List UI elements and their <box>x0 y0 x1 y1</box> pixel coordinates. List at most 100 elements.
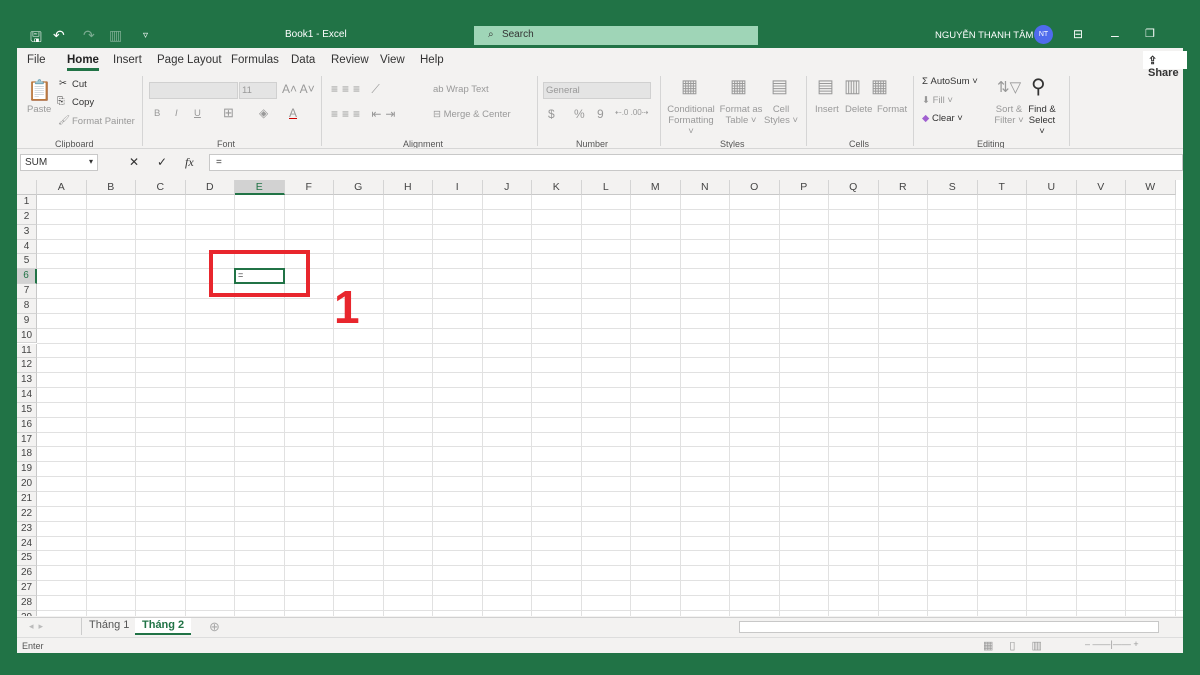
format-painter-button[interactable]: Format Painter <box>72 116 135 127</box>
row-header[interactable]: 17 <box>17 432 37 448</box>
font-name-dropdown[interactable] <box>149 82 238 99</box>
comma-button[interactable]: 9 <box>597 107 604 121</box>
column-header[interactable]: U <box>1027 180 1077 195</box>
column-header[interactable]: C <box>136 180 186 195</box>
column-header[interactable]: E <box>235 180 285 195</box>
column-header[interactable]: M <box>631 180 681 195</box>
row-header[interactable]: 13 <box>17 373 37 389</box>
find-select-button[interactable]: Find & Select ˅ <box>1025 104 1059 137</box>
row-header[interactable]: 5 <box>17 254 37 270</box>
insert-function-button[interactable]: fx <box>185 155 194 170</box>
sheet-tab[interactable]: Tháng 1 <box>81 618 136 635</box>
row-header[interactable]: 4 <box>17 239 37 255</box>
copy-button[interactable]: Copy <box>72 97 94 108</box>
column-header[interactable]: V <box>1076 180 1126 195</box>
row-header[interactable]: 7 <box>17 284 37 299</box>
ribbon-display-icon[interactable]: ⊟ <box>1073 27 1083 41</box>
restore-icon[interactable]: ❐ <box>1145 27 1155 40</box>
column-header[interactable]: H <box>383 180 433 195</box>
tab-help[interactable]: Help <box>420 54 444 66</box>
tab-view[interactable]: View <box>380 54 405 66</box>
column-header[interactable]: I <box>433 180 483 195</box>
view-icons[interactable]: ▦▯▥ <box>983 639 1058 652</box>
new-sheet-icon[interactable]: ⊕ <box>209 619 220 635</box>
underline-button[interactable]: U <box>194 108 201 119</box>
cell-styles-button[interactable]: Cell Styles ˅ <box>763 104 799 126</box>
formula-input[interactable]: = <box>209 154 1183 171</box>
sheet-scroll-arrows[interactable]: ◂ ▸ <box>29 621 43 632</box>
row-header[interactable]: 22 <box>17 506 37 522</box>
row-header[interactable]: 8 <box>17 298 37 314</box>
zoom-slider[interactable]: – ——|—— + <box>1085 639 1139 649</box>
row-header[interactable]: 6 <box>17 269 37 285</box>
column-header[interactable]: O <box>730 180 780 195</box>
row-header[interactable]: 15 <box>17 402 37 418</box>
grow-font-icon[interactable]: A˄ A˅ <box>282 82 315 96</box>
horizontal-align-icons[interactable]: ≡≡≡ ⇤⇥ <box>331 107 399 121</box>
autosum-label[interactable]: AutoSum <box>931 76 970 87</box>
row-header[interactable]: 19 <box>17 462 37 478</box>
delete-cells-button[interactable]: Delete <box>845 104 872 115</box>
row-header[interactable]: 9 <box>17 313 37 329</box>
column-header[interactable]: A <box>37 180 87 195</box>
column-header[interactable]: D <box>185 180 235 195</box>
currency-button[interactable]: $ <box>548 107 555 121</box>
insert-cells-button[interactable]: Insert <box>815 104 839 115</box>
row-header[interactable]: 3 <box>17 224 37 240</box>
column-header[interactable]: B <box>86 180 136 195</box>
paste-icon[interactable]: 📋 <box>27 78 52 103</box>
column-header[interactable]: F <box>284 180 334 195</box>
column-header[interactable]: W <box>1126 180 1176 195</box>
row-header[interactable]: 20 <box>17 477 37 492</box>
row-header[interactable]: 28 <box>17 595 37 611</box>
number-format-dropdown[interactable]: General <box>543 82 651 99</box>
column-header[interactable]: P <box>779 180 829 195</box>
minimize-icon[interactable]: – <box>1111 27 1119 43</box>
column-header[interactable]: Q <box>829 180 879 195</box>
row-header[interactable]: 11 <box>17 343 37 359</box>
column-header[interactable]: G <box>334 180 384 195</box>
bold-button[interactable]: B <box>154 108 160 119</box>
cut-button[interactable]: Cut <box>72 79 87 90</box>
tab-formulas[interactable]: Formulas <box>231 54 279 66</box>
row-header[interactable]: 21 <box>17 492 37 507</box>
vertical-align-icons[interactable]: ≡≡≡ ⟋ <box>331 82 384 97</box>
row-header[interactable]: 12 <box>17 358 37 374</box>
borders-icon[interactable]: ⊞ <box>223 105 234 121</box>
enter-icon[interactable]: ✓ <box>157 155 167 169</box>
horizontal-scrollbar[interactable] <box>739 621 1159 633</box>
merge-center-label[interactable]: Merge & Center <box>444 109 511 120</box>
row-header[interactable]: 18 <box>17 447 37 463</box>
wrap-text-label[interactable]: Wrap Text <box>446 84 488 95</box>
cancel-icon[interactable]: ✕ <box>129 155 139 169</box>
row-header[interactable]: 16 <box>17 417 37 433</box>
column-header[interactable]: J <box>482 180 532 195</box>
redo-icon[interactable]: ↷ <box>83 27 95 44</box>
row-header[interactable]: 1 <box>17 195 37 210</box>
tab-data[interactable]: Data <box>291 54 315 66</box>
paste-button[interactable]: Paste <box>27 104 51 115</box>
row-header[interactable]: 24 <box>17 536 37 552</box>
tab-home[interactable]: Home <box>67 54 99 71</box>
column-header[interactable]: R <box>878 180 928 195</box>
row-header[interactable]: 14 <box>17 388 37 403</box>
column-header[interactable]: S <box>928 180 978 195</box>
row-header[interactable]: 10 <box>17 328 37 344</box>
customize-toolbar-icon[interactable]: ▿ <box>143 30 148 41</box>
tab-page-layout[interactable]: Page Layout <box>157 54 222 66</box>
search-box[interactable]: ⌕ Search <box>474 26 758 45</box>
worksheet-grid[interactable]: A B C D E F G H I J K L M N O P Q R S T U V W 1 2 3 4 5 6 7 8 9 10 11 12 13… <box>17 180 1183 616</box>
undo-icon[interactable]: ↶ <box>53 27 65 44</box>
tab-review[interactable]: Review <box>331 54 369 66</box>
conditional-formatting-button[interactable]: Conditional Formatting ˅ <box>667 104 715 137</box>
format-as-table-button[interactable]: Format as Table ˅ <box>719 104 763 126</box>
column-header[interactable]: K <box>532 180 582 195</box>
avatar[interactable]: NT <box>1034 25 1053 44</box>
tab-insert[interactable]: Insert <box>113 54 142 66</box>
column-header[interactable]: L <box>581 180 631 195</box>
select-all-corner[interactable] <box>17 180 37 195</box>
row-header[interactable]: 29 <box>17 610 37 616</box>
chart-icon[interactable]: ▥ <box>109 27 122 44</box>
font-size-dropdown[interactable]: 11 <box>239 82 277 99</box>
column-header[interactable]: T <box>977 180 1027 195</box>
